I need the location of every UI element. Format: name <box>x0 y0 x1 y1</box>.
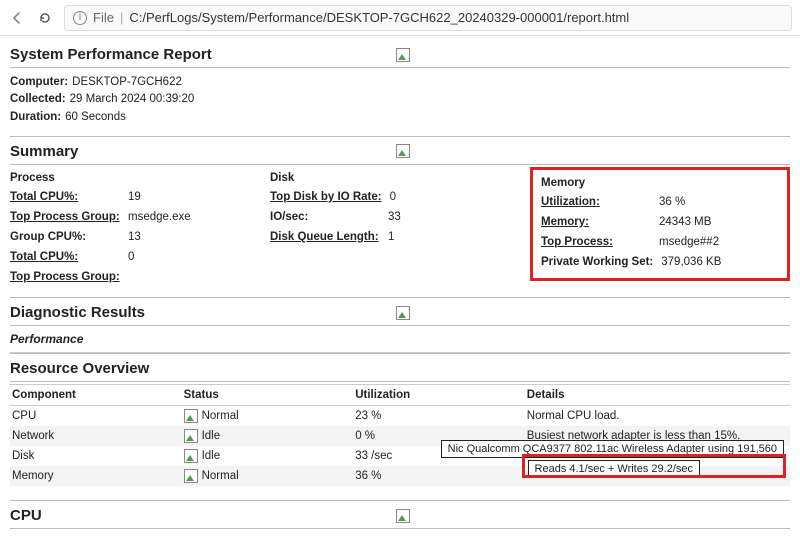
status-icon <box>184 429 198 443</box>
info-icon: i <box>73 11 87 25</box>
summary-memory-col: Memory Utilization:36 % Memory:24343 MB … <box>530 169 790 287</box>
memory-highlight-box: Memory Utilization:36 % Memory:24343 MB … <box>530 167 790 281</box>
resource-title: Resource Overview <box>10 360 149 377</box>
url-scheme-label: File <box>93 10 114 25</box>
col-details: Details <box>525 385 790 406</box>
report-meta: Computer:DESKTOP-7GCH622 Collected:29 Ma… <box>10 68 790 136</box>
cpu-title: CPU <box>10 507 42 524</box>
diagnostic-title-bar: Diagnostic Results <box>10 297 790 326</box>
summary-title-bar: Summary <box>10 136 790 165</box>
url-text: C:/PerfLogs/System/Performance/DESKTOP-7… <box>129 10 629 25</box>
col-status: Status <box>182 385 354 406</box>
broken-image-icon <box>396 48 410 62</box>
table-row: CPU Normal 23 % Normal CPU load. <box>10 406 790 427</box>
browser-toolbar: i File | C:/PerfLogs/System/Performance/… <box>0 0 800 36</box>
summary-grid: Process Total CPU%:19 Top Process Group:… <box>10 165 790 297</box>
status-icon <box>184 469 198 483</box>
summary-process-col: Process Total CPU%:19 Top Process Group:… <box>10 169 270 287</box>
report-title-bar: System Performance Report <box>10 40 790 68</box>
tooltip-reads-writes: Reads 4.1/sec + Writes 29.2/sec <box>528 460 700 478</box>
broken-image-icon <box>396 144 410 158</box>
cpu-title-bar: CPU <box>10 500 790 529</box>
diagnostic-title: Diagnostic Results <box>10 304 145 321</box>
summary-disk-col: Disk Top Disk by IO Rate:0 IO/sec:33 Dis… <box>270 169 530 287</box>
status-icon <box>184 449 198 463</box>
summary-title: Summary <box>10 143 78 160</box>
tooltip-nic: Nic Qualcomm QCA9377 802.11ac Wireless A… <box>441 440 784 458</box>
resource-title-bar: Resource Overview <box>10 353 790 382</box>
report-title: System Performance Report <box>10 46 212 63</box>
broken-image-icon <box>396 306 410 320</box>
diagnostic-performance-sub: Performance <box>10 326 790 353</box>
col-component: Component <box>10 385 182 406</box>
resource-table-wrap: Component Status Utilization Details CPU… <box>10 384 790 486</box>
address-bar[interactable]: i File | C:/PerfLogs/System/Performance/… <box>64 5 792 31</box>
refresh-button[interactable] <box>36 9 54 27</box>
broken-image-icon <box>396 509 410 523</box>
back-button[interactable] <box>8 9 26 27</box>
col-util: Utilization <box>353 385 525 406</box>
status-icon <box>184 409 198 423</box>
